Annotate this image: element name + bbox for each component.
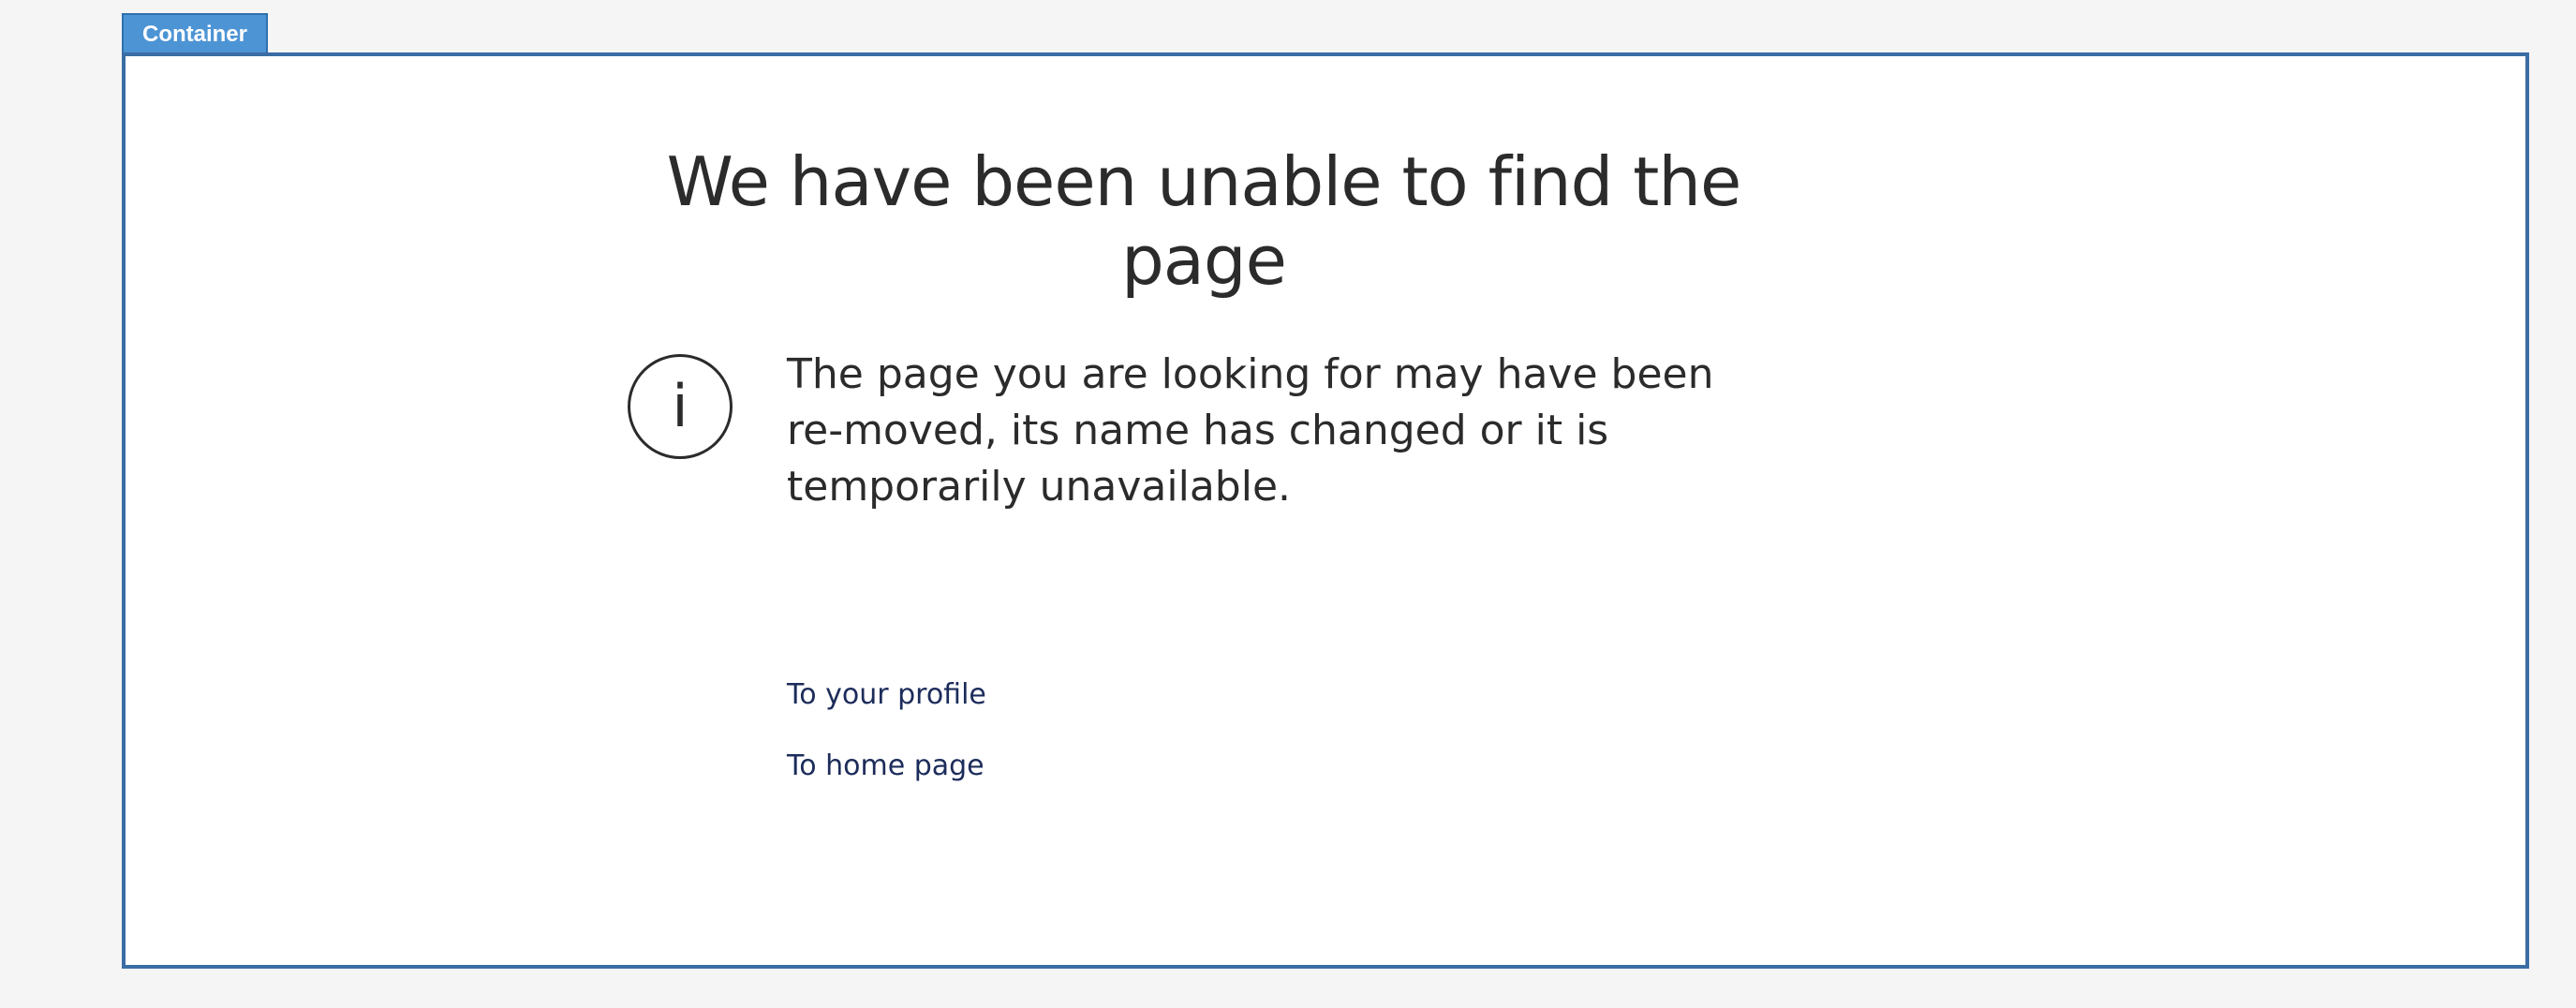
page-title: We have been unable to find the page (666, 142, 1742, 300)
container-tab: Container (122, 13, 268, 52)
info-icon: i (628, 354, 733, 459)
link-list: To your profile To home page (787, 678, 986, 821)
home-page-link[interactable]: To home page (787, 749, 986, 783)
profile-link[interactable]: To your profile (787, 678, 986, 712)
error-message: The page you are looking for may have be… (787, 350, 1714, 511)
